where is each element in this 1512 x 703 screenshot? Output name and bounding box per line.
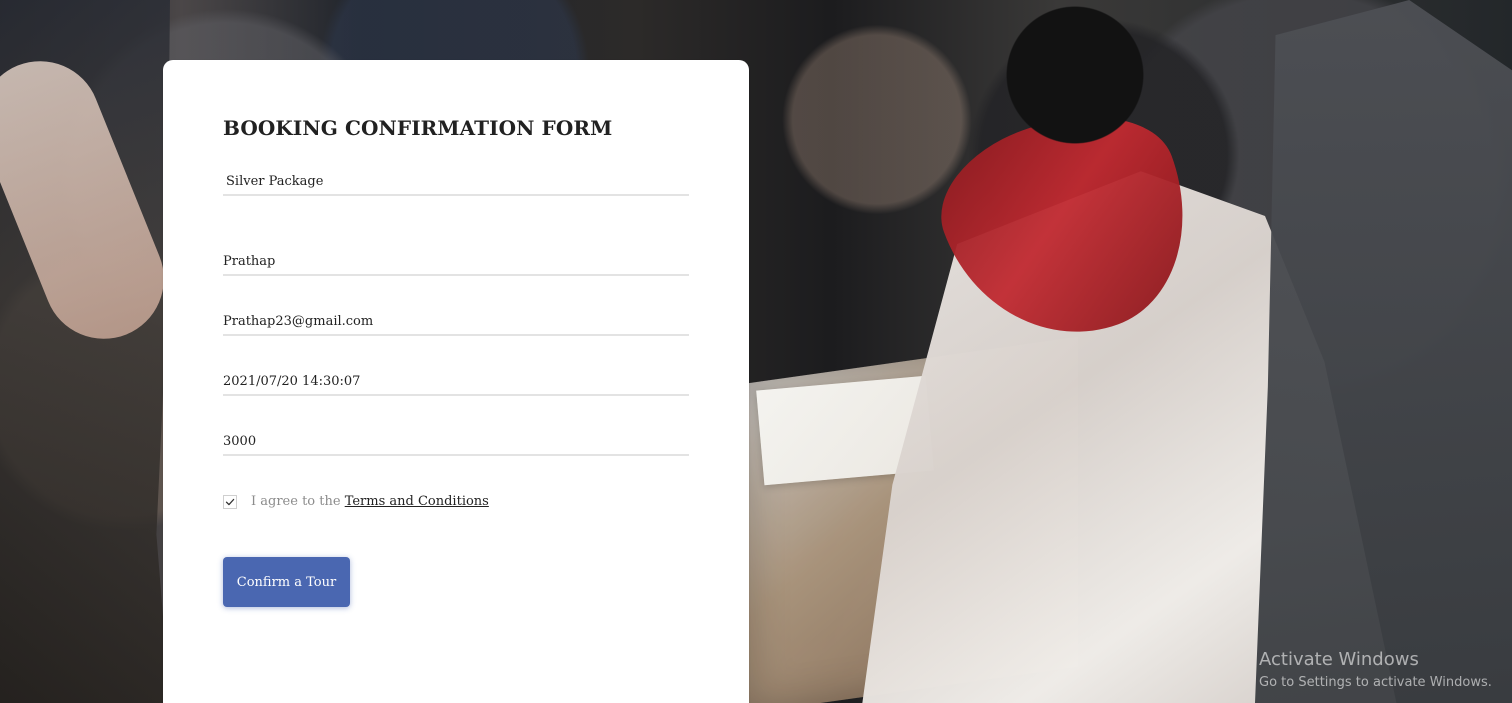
confirm-tour-button[interactable]: Confirm a Tour [223,557,350,607]
email-value: Prathap23@gmail.com [223,314,374,329]
background-table [748,336,1078,703]
email-field[interactable]: Prathap23@gmail.com [223,314,689,336]
terms-prefix: I agree to the [251,494,345,509]
form-title: BOOKING CONFIRMATION FORM [223,116,613,140]
package-value: Silver Package [226,174,324,189]
amount-field[interactable]: 3000 [223,434,689,456]
name-field[interactable]: Prathap [223,254,689,276]
background-person-right [1255,0,1512,703]
windows-activation-watermark: Activate Windows Go to Settings to activ… [1259,649,1492,690]
terms-link[interactable]: Terms and Conditions [345,494,489,509]
watermark-subtitle: Go to Settings to activate Windows. [1259,675,1492,690]
name-value: Prathap [223,254,276,269]
datetime-value: 2021/07/20 14:30:07 [223,374,361,389]
datetime-field[interactable]: 2021/07/20 14:30:07 [223,374,689,396]
terms-agreement-row: I agree to the Terms and Conditions [223,494,689,509]
package-field[interactable]: Silver Package [223,174,689,196]
background-person-left [0,0,170,703]
watermark-title: Activate Windows [1259,649,1419,670]
terms-checkbox[interactable] [223,494,237,509]
amount-value: 3000 [223,434,257,449]
background-head [980,0,1170,150]
booking-confirmation-card: BOOKING CONFIRMATION FORM Silver Package… [163,60,749,703]
background-paper [756,375,934,486]
terms-label: I agree to the Terms and Conditions [251,494,489,509]
checkmark-icon [225,497,235,507]
background-shirt [860,171,1400,703]
booking-page: BOOKING CONFIRMATION FORM Silver Package… [0,0,1512,703]
background-scarf [920,85,1220,370]
background-arm-left [0,43,182,357]
